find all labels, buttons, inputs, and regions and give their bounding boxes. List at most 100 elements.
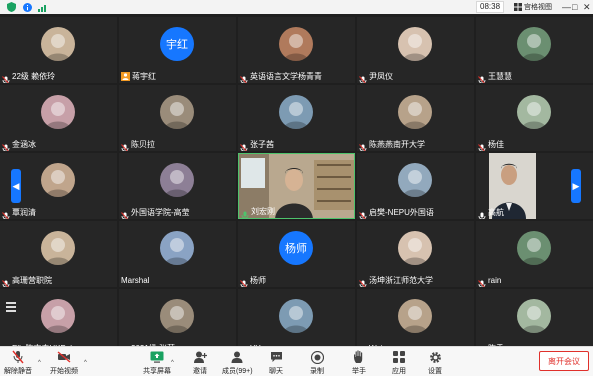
- tile-footer: 汤坤浙江师范大学: [359, 275, 433, 287]
- tile-footer: 刘宏刚: [241, 206, 275, 218]
- participant-name: 22级 赖依玲: [12, 71, 56, 81]
- settings-label: 设置: [428, 368, 442, 375]
- leave-meeting-button[interactable]: 离开会议: [539, 351, 589, 371]
- share-screen-icon: [150, 350, 164, 364]
- members-button[interactable]: 成员(99+): [222, 350, 253, 376]
- avatar: [398, 95, 432, 129]
- muted-mic-icon: [2, 208, 10, 219]
- tile-footer: 张子茜: [240, 139, 274, 151]
- participant-tile[interactable]: 22级 赖依玲: [0, 17, 117, 83]
- avatar: [398, 27, 432, 61]
- participant-name: 启樊-NEPU外国语: [369, 207, 434, 217]
- participant-tile[interactable]: 高珊营职院: [0, 221, 117, 287]
- camera-off-icon: [57, 350, 71, 364]
- prev-page-button[interactable]: ◀: [11, 169, 21, 203]
- participant-grid: 陈秀WaiYY2021级 张莉Ella陈文奇UKPolrain汤坤浙江师范大学杨…: [0, 17, 593, 355]
- invite-button[interactable]: 邀请: [193, 350, 207, 376]
- participant-tile[interactable]: 宇红 蒋宇红: [119, 17, 236, 83]
- unmute-button[interactable]: 解除静音: [4, 350, 32, 376]
- avatar: [41, 299, 75, 333]
- avatar: [160, 299, 194, 333]
- maximize-button[interactable]: □: [572, 1, 577, 13]
- participant-name: 覃润清: [12, 207, 36, 217]
- participant-tile[interactable]: 王慧慧: [476, 17, 593, 83]
- avatar: [160, 95, 194, 129]
- minimize-button[interactable]: —: [562, 1, 571, 13]
- muted-mic-icon: [240, 276, 248, 287]
- share-options-chevron-icon[interactable]: ^: [171, 360, 174, 366]
- tile-footer: 外国语学院-高莹: [121, 207, 190, 219]
- participant-tile[interactable]: 外国语学院-高莹: [119, 153, 236, 219]
- host-badge-icon: [121, 71, 130, 81]
- avatar: [41, 231, 75, 265]
- participant-tile[interactable]: 刘宏刚: [238, 153, 355, 219]
- participant-name: 刘宏刚: [251, 206, 275, 216]
- participant-tile[interactable]: Marshal: [119, 221, 236, 287]
- participant-tile[interactable]: 杨佳: [476, 85, 593, 151]
- participant-name: Marshal: [121, 275, 150, 285]
- participant-tile[interactable]: 金涵冰: [0, 85, 117, 151]
- participant-tile[interactable]: 英语语言文学杨青青: [238, 17, 355, 83]
- record-icon: [310, 350, 324, 364]
- close-button[interactable]: ✕: [583, 1, 591, 13]
- avatar: [398, 231, 432, 265]
- share-screen-button[interactable]: 共享屏幕: [143, 350, 171, 376]
- participant-tile[interactable]: 尹凤仪: [357, 17, 474, 83]
- participant-name: 王慧慧: [488, 71, 512, 81]
- tile-footer: 英语语言文学杨青青: [240, 71, 322, 83]
- avatar: [517, 231, 551, 265]
- apps-label: 应用: [392, 368, 406, 375]
- participant-tile[interactable]: rain: [476, 221, 593, 287]
- audio-options-chevron-icon[interactable]: ^: [38, 360, 41, 366]
- start-video-button[interactable]: 开始视频: [50, 350, 78, 376]
- participant-tile[interactable]: 陈燕燕南开大学: [357, 85, 474, 151]
- participant-tile[interactable]: 陈贝拉: [119, 85, 236, 151]
- mic-icon: [478, 208, 486, 219]
- participant-name: 蒋宇红: [132, 71, 156, 81]
- apps-button[interactable]: 应用: [392, 350, 406, 376]
- avatar: [279, 27, 313, 61]
- avatar: [160, 163, 194, 197]
- muted-mic-icon: [2, 72, 10, 83]
- settings-button[interactable]: 设置: [428, 350, 442, 376]
- avatar: [279, 95, 313, 129]
- muted-mic-icon: [359, 208, 367, 219]
- participant-name: 高珊营职院: [12, 275, 52, 285]
- tile-footer: 陈贝拉: [121, 139, 155, 151]
- members-icon: [230, 350, 244, 364]
- grid-menu-icon[interactable]: [6, 302, 16, 312]
- chat-label: 聊天: [269, 368, 283, 375]
- participant-name: 杨师: [250, 275, 266, 285]
- participant-name: rain: [488, 275, 502, 285]
- video-options-chevron-icon[interactable]: ^: [84, 360, 87, 366]
- apps-icon: [392, 350, 406, 364]
- participant-tile[interactable]: 张子茜: [238, 85, 355, 151]
- participant-tile[interactable]: 启樊-NEPU外国语: [357, 153, 474, 219]
- tile-footer: 杨师: [240, 275, 266, 287]
- view-mode-switch[interactable]: 宫格视图: [514, 1, 552, 13]
- muted-mic-icon: [359, 72, 367, 83]
- raise-hand-icon: [352, 350, 366, 364]
- tile-footer: 尹凤仪: [359, 71, 393, 83]
- raise-hand-button[interactable]: 举手: [352, 350, 366, 376]
- chat-icon: [269, 350, 283, 364]
- participant-tile[interactable]: 杨师 杨师: [238, 221, 355, 287]
- tile-footer: 蒋宇红: [121, 71, 156, 81]
- muted-mic-icon: [2, 140, 10, 151]
- record-label: 录制: [310, 368, 324, 375]
- bottom-toolbar: 解除静音 ^ 开始视频 ^ 共享屏幕 ^ 邀请 成员(99+) 聊天 录制 举手…: [0, 346, 593, 376]
- info-icon[interactable]: [22, 2, 32, 12]
- title-bar: 08:38 宫格视图 — □ ✕: [0, 0, 593, 14]
- invite-label: 邀请: [193, 368, 207, 375]
- muted-mic-icon: [240, 72, 248, 83]
- signal-icon[interactable]: [38, 2, 48, 12]
- meeting-window: 08:38 宫格视图 — □ ✕ 陈秀WaiYY2021级 张莉Ella陈文奇U…: [0, 0, 593, 376]
- participant-tile[interactable]: 汤坤浙江师范大学: [357, 221, 474, 287]
- next-page-button[interactable]: ▶: [571, 169, 581, 203]
- tile-footer: Marshal: [121, 275, 149, 285]
- muted-mic-icon: [11, 350, 25, 364]
- chat-button[interactable]: 聊天: [269, 350, 283, 376]
- shield-icon[interactable]: [6, 2, 16, 12]
- record-button[interactable]: 录制: [310, 350, 324, 376]
- avatar: [398, 299, 432, 333]
